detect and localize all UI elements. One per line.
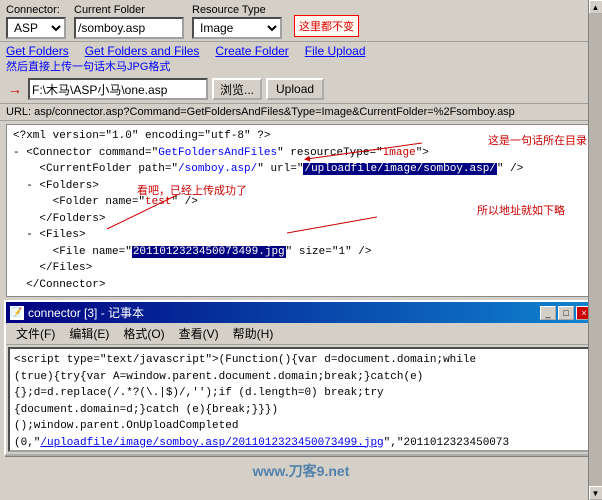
notepad-text-content: <script type="text/javascript">(Function… [14,352,588,449]
xml-annotation-address: 所以地址就如下略 [477,203,565,220]
menu-help[interactable]: 帮助(H) [227,324,280,343]
nav-annotation-row: 然后直接上传一句话木马JPG格式 [0,58,602,76]
menu-view[interactable]: 查看(V) [173,324,225,343]
notepad-titlebar: 📝 connector [3] - 记事本 _ □ × [6,302,596,323]
connector-select[interactable]: ASP [6,17,66,39]
resource-label: Resource Type [192,4,266,16]
folder-label: Current Folder [74,4,145,16]
resource-field-group: Resource Type Image [192,4,282,39]
notepad-app-icon: 📝 [10,306,24,320]
menu-format[interactable]: 格式(O) [117,324,170,343]
xml-annotation-directory: 这是一句话所在目录 [488,133,587,150]
notepad-window: 📝 connector [3] - 记事本 _ □ × 文件(F) 编辑(E) … [4,300,598,456]
notepad-content-wrapper: <script type="text/javascript">(Function… [8,347,594,452]
nav-annotation-text: 然后直接上传一句话木马JPG格式 [6,58,170,74]
folder-input[interactable] [74,17,184,39]
notepad-window-buttons: _ □ × [540,306,592,320]
folder-field-group: Current Folder [74,4,184,39]
notepad-menubar: 文件(F) 编辑(E) 格式(O) 查看(V) 帮助(H) [6,323,596,345]
resource-select[interactable]: Image [192,17,282,39]
nav-links-row: Get Folders Get Folders and Files Create… [0,42,602,58]
xml-line-7: - <Files> [13,227,589,244]
top-controls-bar: Connector: ASP Current Folder Resource T… [0,0,602,42]
xml-annotation-success: 看吧，已经上传成功了 [137,183,247,200]
connector-field-group: Connector: ASP [6,4,66,39]
upload-button[interactable]: Upload [266,78,324,100]
url-bar: URL: asp/connector.asp?Command=GetFolder… [0,104,602,121]
minimize-button[interactable]: _ [540,306,556,320]
xml-line-9: </Files> [13,260,589,277]
file-upload-link[interactable]: File Upload [305,44,366,58]
xml-line-10: </Connector> [13,277,589,294]
upload-arrow-icon: → [8,81,22,97]
create-folder-link[interactable]: Create Folder [215,44,288,58]
url-highlight: /uploadfile/image/somboy.asp/ [303,163,496,175]
notepad-title: connector [3] - 记事本 [28,304,144,321]
nav-row: Get Folders Get Folders and Files Create… [0,42,602,76]
filename-highlight: 2011012323450073499.jpg [132,246,286,258]
scroll-track [589,347,595,452]
get-folders-link[interactable]: Get Folders [6,44,69,58]
file-path-input[interactable] [28,78,208,100]
xml-line-8: <File name="2011012323450073499.jpg" siz… [13,244,589,261]
notepad-content[interactable]: <script type="text/javascript">(Function… [10,349,592,449]
watermark: www.刀客9.net [0,459,602,483]
connector-label: Connector: [6,4,60,16]
notepad-scrollbar[interactable]: ▲ ▼ [588,347,594,452]
get-folders-files-link[interactable]: Get Folders and Files [85,44,200,58]
xml-content-area: <?xml version="1.0" encoding="utf-8" ?> … [6,124,596,297]
no-change-annotation: 这里都不变 [294,15,359,37]
upload-bar: → 浏览... Upload [0,76,602,104]
notepad-title-left: 📝 connector [3] - 记事本 [10,304,144,321]
browse-button[interactable]: 浏览... [212,78,262,100]
xml-line-3: <CurrentFolder path="/somboy.asp/" url="… [13,161,589,178]
url-text: URL: asp/connector.asp?Command=GetFolder… [6,106,515,118]
xml-line-4: - <Folders> [13,178,589,195]
menu-file[interactable]: 文件(F) [10,324,61,343]
menu-edit[interactable]: 编辑(E) [63,324,115,343]
maximize-button[interactable]: □ [558,306,574,320]
